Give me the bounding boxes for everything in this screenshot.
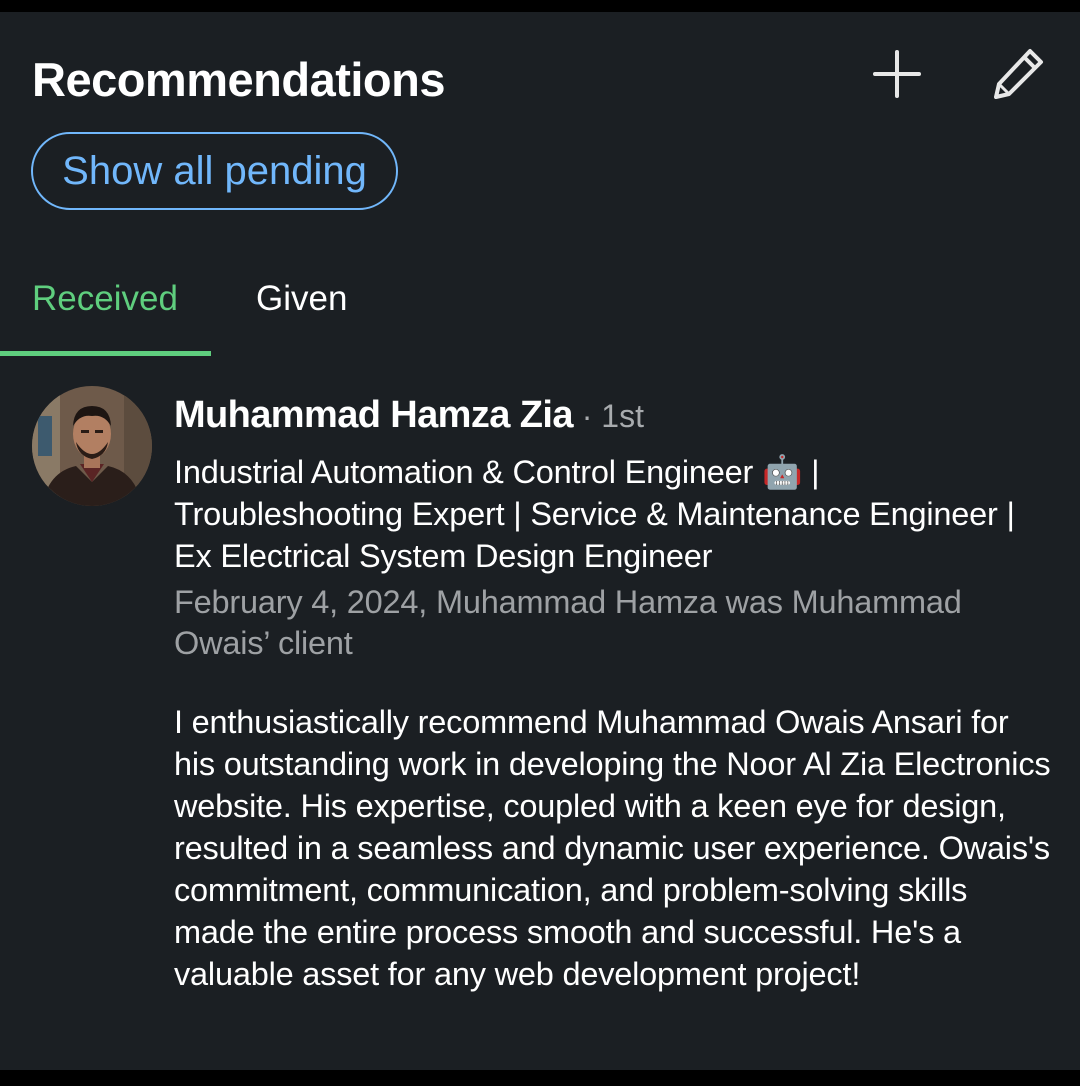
connection-degree: 1st [601, 398, 644, 434]
connection-separator: · [572, 398, 602, 434]
tab-given[interactable]: Given [256, 279, 347, 319]
recommender-avatar[interactable] [32, 386, 152, 506]
recommendation-text: I enthusiastically recommend Muhammad Ow… [174, 704, 1051, 992]
recommender-name[interactable]: Muhammad Hamza Zia [174, 394, 573, 436]
recommendation-meta: February 4, 2024, Muhammad Hamza was Muh… [174, 584, 962, 661]
pencil-icon [994, 49, 1043, 99]
recommender-name-line: Muhammad Hamza Zia · 1st [174, 392, 1054, 439]
tab-received[interactable]: Received [32, 279, 178, 319]
add-recommendation-button[interactable] [867, 44, 927, 104]
profile-photo [32, 386, 152, 506]
plus-icon [873, 50, 921, 98]
section-title: Recommendations [32, 53, 445, 106]
active-tab-indicator [0, 351, 211, 356]
recommendation-card: Muhammad Hamza Zia · 1st Industrial Auto… [174, 392, 1054, 995]
recommendation-tabs: Received Given [0, 267, 1080, 357]
edit-recommendations-button[interactable] [988, 44, 1048, 104]
recommendations-section: Recommendations Show all pending Receive… [0, 12, 1080, 1070]
recommender-headline: Industrial Automation & Control Engineer… [174, 454, 1015, 574]
show-all-pending-button[interactable]: Show all pending [31, 132, 398, 210]
